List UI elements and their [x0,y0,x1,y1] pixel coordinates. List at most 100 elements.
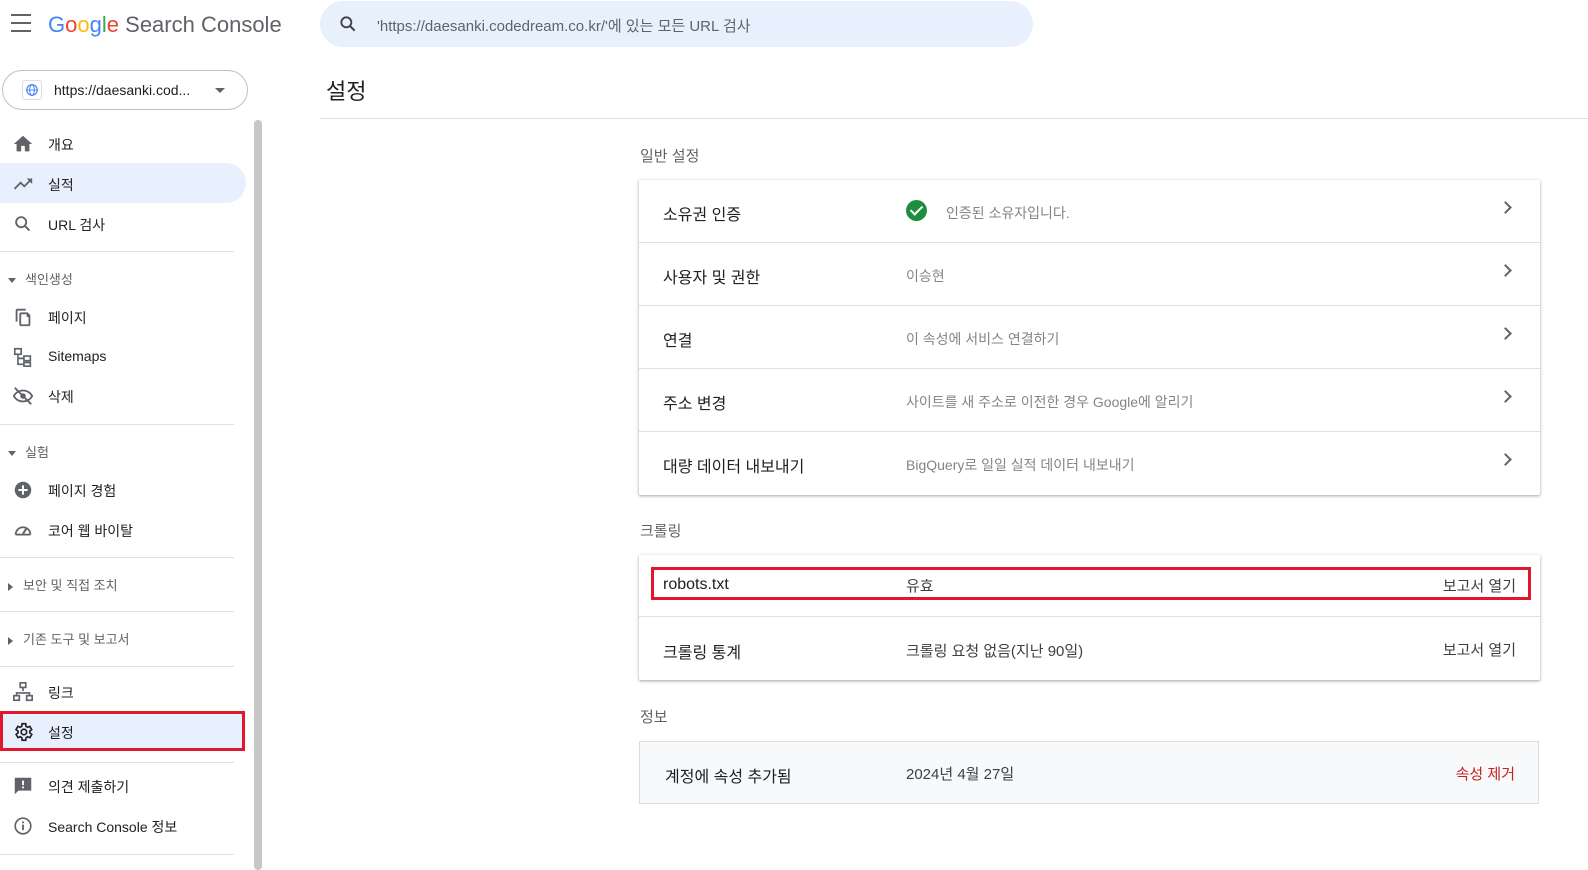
sidebar-divider [0,854,234,855]
sidebar-scrollbar[interactable] [254,120,262,870]
robots-txt-row[interactable]: robots.txt 유효 보고서 열기 [639,555,1540,617]
sidebar-section-security[interactable]: 보안 및 직접 조치 [8,575,118,594]
chevron-down-icon [8,451,16,457]
sidebar-item-label: 개요 [48,137,74,153]
sidebar-divider [0,251,234,252]
trending-up-icon [13,178,33,190]
sidebar-divider [0,666,234,667]
row-value: 크롤링 요청 없음(지난 90일) [906,643,1084,660]
property-url: https://daesanki.cod... [54,82,191,98]
sidebar-item-core-web-vitals[interactable]: 코어 웹 바이탈 [0,509,246,549]
sitemap-icon [13,347,32,367]
row-label: 주소 변경 [663,396,727,413]
search-input[interactable]: 'https://daesanki.codedream.co.kr/'에 있는 … [377,15,751,36]
crawling-heading: 크롤링 [640,523,682,540]
row-label: 사용자 및 권한 [663,270,761,287]
chevron-right-icon [1499,390,1512,403]
sidebar-divider [0,611,234,612]
row-value: 유효 [906,578,934,595]
globe-icon [22,80,42,100]
sidebar-divider [0,557,234,558]
sidebar-section-experience[interactable]: 실험 [8,442,49,461]
home-icon [13,135,33,152]
sidebar-item-label: 코어 웹 바이탈 [48,523,134,539]
product-name: Search Console [125,12,282,37]
sidebar-item-label: 페이지 경험 [48,483,117,499]
pages-icon [15,308,31,327]
sidebar-item-links[interactable]: 링크 [0,671,246,711]
chevron-right-icon [1499,201,1512,214]
chevron-down-icon [8,278,16,284]
sidebar-section-legacy[interactable]: 기존 도구 및 보고서 [8,629,130,648]
speed-gauge-icon [14,526,32,536]
about-card: 계정에 속성 추가됨 2024년 4월 27일 속성 제거 [639,741,1539,804]
info-icon [14,817,32,835]
row-value: BigQuery로 일일 실적 데이터 내보내기 [906,457,1135,473]
chevron-right-icon [1499,453,1512,466]
sidebar-item-label: Sitemaps [48,348,107,364]
row-label: 대량 데이터 내보내기 [663,459,805,476]
sidebar-item-performance[interactable]: 실적 [0,163,246,203]
row-label: 소유권 인증 [663,207,742,224]
sidebar-item-label: 링크 [48,685,74,701]
sidebar-item-about[interactable]: Search Console 정보 [0,805,246,845]
sidebar-item-pages[interactable]: 페이지 [0,296,246,336]
property-selector[interactable]: https://daesanki.cod... [2,70,248,110]
associations-row[interactable]: 연결 이 속성에 서비스 연결하기 [639,306,1540,369]
sidebar-item-settings[interactable]: 설정 [0,711,245,751]
ownership-verification-row[interactable]: 소유권 인증 인증된 소유자입니다. [639,180,1540,243]
search-console-logo[interactable]: Google Search Console [48,12,282,38]
gear-icon [14,722,33,742]
row-value: 이 속성에 서비스 연결하기 [906,331,1060,347]
chevron-down-icon [215,88,225,93]
remove-property-button[interactable]: 속성 제거 [1456,763,1515,784]
open-report-button[interactable]: 보고서 열기 [1443,639,1516,660]
row-value: 사이트를 새 주소로 이전한 경우 Google에 알리기 [906,394,1194,410]
general-settings-heading: 일반 설정 [640,148,700,165]
search-icon [15,216,31,232]
sidebar-item-label: 실적 [48,177,74,193]
sidebar-section-indexing[interactable]: 색인생성 [8,269,73,288]
row-value: 이승현 [906,268,945,284]
row-label: 크롤링 통계 [663,645,742,662]
chevron-right-icon [1499,327,1512,340]
sidebar-item-page-experience[interactable]: 페이지 경험 [0,469,246,509]
page-title: 설정 [326,79,367,104]
visibility-off-icon [12,387,34,405]
sidebar-item-label: 삭제 [48,389,74,405]
sidebar-item-url-inspection[interactable]: URL 검사 [0,203,246,243]
row-label: 연결 [663,333,693,350]
url-inspect-search-bar[interactable]: 'https://daesanki.codedream.co.kr/'에 있는 … [320,1,1033,47]
row-value: 2024년 4월 27일 [906,766,1015,783]
bulk-data-export-row[interactable]: 대량 데이터 내보내기 BigQuery로 일일 실적 데이터 내보내기 [639,432,1540,495]
sidebar-item-removals[interactable]: 삭제 [0,375,246,415]
feedback-icon [14,777,32,795]
open-report-button[interactable]: 보고서 열기 [1443,575,1516,596]
main-menu-icon[interactable] [11,14,31,32]
crawling-card: robots.txt 유효 보고서 열기 크롤링 통계 크롤링 요청 없음(지난… [639,555,1540,680]
chevron-right-icon [8,582,13,591]
add-circle-icon [14,481,32,499]
crawl-stats-row[interactable]: 크롤링 통계 크롤링 요청 없음(지난 90일) 보고서 열기 [639,618,1540,680]
row-label: 계정에 속성 추가됨 [665,769,792,786]
general-settings-card: 소유권 인증 인증된 소유자입니다. 사용자 및 권한 이승현 연결 이 속성에… [639,180,1540,495]
sidebar-divider [0,424,234,425]
sidebar-item-label: 페이지 [48,310,87,326]
change-of-address-row[interactable]: 주소 변경 사이트를 새 주소로 이전한 경우 Google에 알리기 [639,369,1540,432]
sidebar-item-feedback[interactable]: 의견 제출하기 [0,765,246,805]
title-divider [320,118,1588,119]
row-value: 인증된 소유자입니다. [946,205,1070,221]
users-permissions-row[interactable]: 사용자 및 권한 이승현 [639,243,1540,306]
about-heading: 정보 [640,709,668,726]
robots-txt-highlight [651,567,1531,600]
row-label: robots.txt [663,576,729,593]
sidebar-item-sitemaps[interactable]: Sitemaps [0,336,246,376]
sidebar-item-overview[interactable]: 개요 [0,123,246,163]
sidebar-item-label: URL 검사 [48,217,106,233]
search-icon[interactable] [338,14,358,34]
check-circle-icon [906,200,927,221]
sidebar-divider [0,762,234,763]
sidebar-item-label: 의견 제출하기 [48,779,130,795]
chevron-right-icon [8,636,13,645]
links-icon [13,682,33,702]
